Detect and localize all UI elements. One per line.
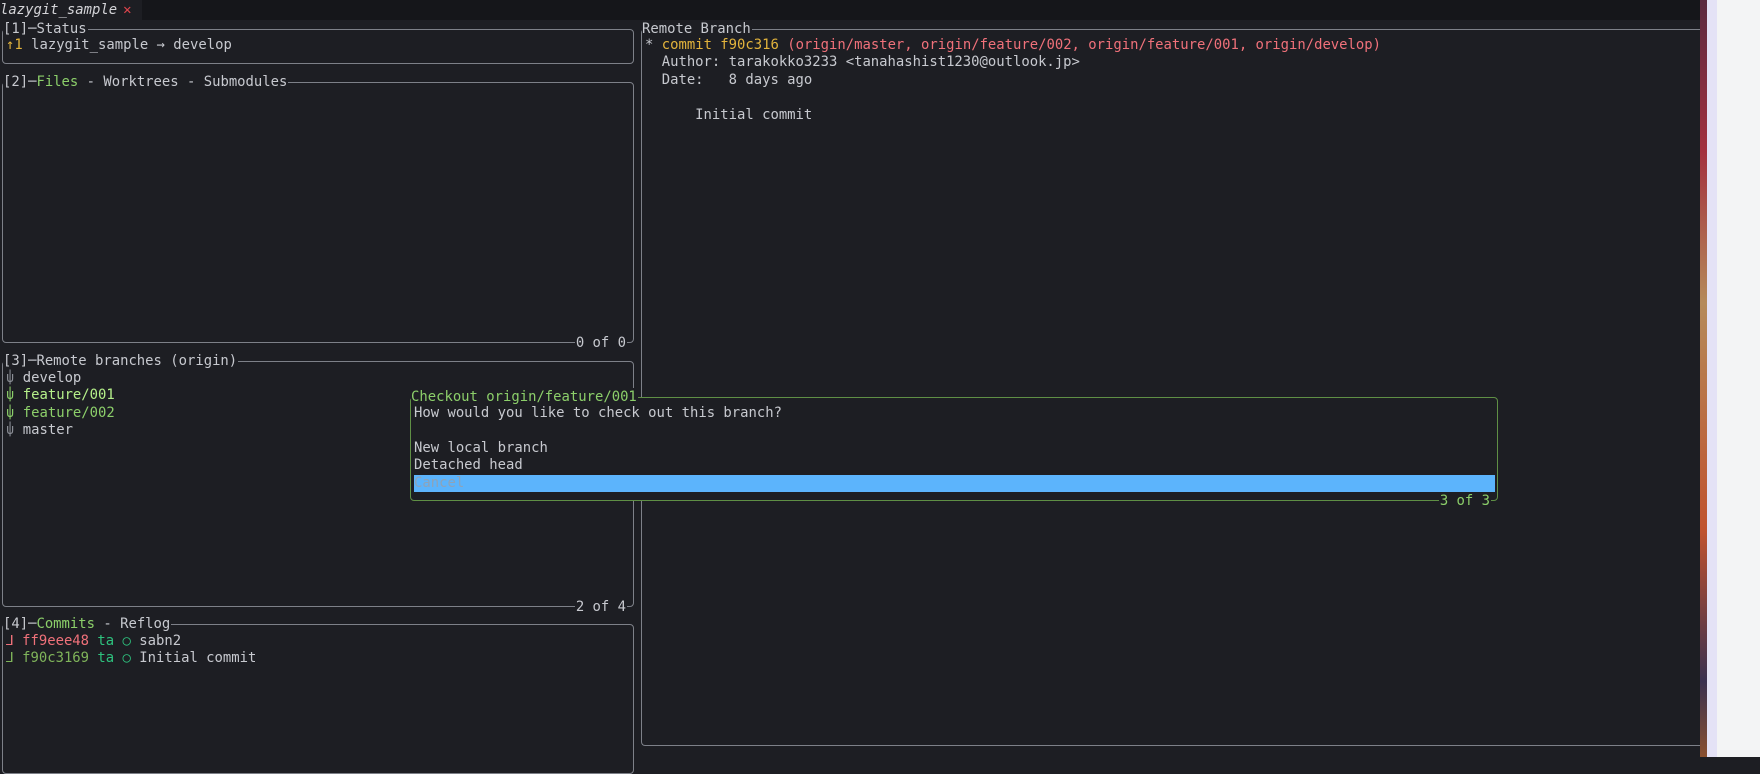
- panel-title: Remote Branch: [642, 20, 752, 38]
- ahead-count: ↑1: [6, 37, 23, 53]
- panel-title: [3]─Remote branches (origin): [3, 352, 239, 370]
- commit-row[interactable]: ⅃ f90c3169 ta ○ Initial commit: [6, 650, 630, 667]
- tab-bar: [0, 0, 1700, 20]
- adjacent-window: [1717, 0, 1760, 757]
- graph-icon: ⅃: [6, 650, 14, 667]
- tab-reflog[interactable]: - Reflog: [95, 616, 170, 632]
- option-new-local-branch[interactable]: New local branch: [414, 440, 1495, 457]
- branch-name: feature/001: [22, 387, 115, 404]
- popup-prompt: How would you like to check out this bra…: [414, 405, 782, 421]
- branch-name: master: [22, 422, 73, 439]
- panel-number: [2]─: [3, 74, 37, 90]
- branch-icon: ⍦: [6, 387, 15, 404]
- panel-number: [4]─: [3, 616, 37, 632]
- branch-item[interactable]: ⍦ develop: [6, 370, 630, 387]
- branch-name: feature/002: [22, 404, 115, 421]
- option-cancel[interactable]: Cancel: [414, 474, 1495, 492]
- popup-title: Checkout origin/feature/001: [411, 388, 638, 406]
- option-detached-head[interactable]: Detached head: [414, 457, 1495, 474]
- commit-message: sabn2: [139, 633, 182, 649]
- commit-label: commit f90c316: [661, 37, 779, 53]
- branch-icon: ⍦: [6, 370, 15, 386]
- commit-date: Date: 8 days ago: [661, 71, 813, 88]
- files-count: 0 of 0: [574, 334, 627, 352]
- branch-name: develop: [22, 370, 82, 386]
- remote-branch-detail-panel[interactable]: Remote Branch * commit f90c316 (origin/m…: [641, 20, 1703, 746]
- commit-message: Initial commit: [661, 106, 813, 123]
- window-edge: [1707, 0, 1717, 757]
- commit-author: Author: tarakokko3233 <tanahashist1230@o…: [661, 54, 1080, 71]
- commit-status-icon: ○: [122, 650, 131, 667]
- commit-author: ta: [97, 633, 115, 649]
- commit-author: ta: [97, 650, 115, 667]
- commit-status-icon: ○: [122, 633, 131, 649]
- commit-hash: ff9eee48: [22, 633, 90, 649]
- branch-icon: ⍦: [6, 422, 15, 439]
- commit-message: Initial commit: [139, 650, 257, 667]
- graph-icon: ⅃: [6, 633, 14, 649]
- repo-branch: lazygit_sample → develop: [31, 37, 232, 53]
- tab-lazygit-sample[interactable]: lazygit_sample ✕: [0, 0, 142, 20]
- close-icon[interactable]: ✕: [123, 2, 131, 18]
- commits-panel[interactable]: [4]─Commits - Reflog ⅃ ff9eee48 ta ○ sab…: [2, 615, 634, 774]
- tab-files[interactable]: Files: [36, 74, 78, 90]
- tab-worktrees-submodules[interactable]: - Worktrees - Submodules: [78, 74, 288, 90]
- commit-row[interactable]: ⅃ ff9eee48 ta ○ sabn2: [6, 633, 630, 650]
- tab-commits[interactable]: Commits: [36, 616, 95, 632]
- checkout-popup[interactable]: Checkout origin/feature/001 How would yo…: [410, 388, 1498, 510]
- tab-title: lazygit_sample: [0, 2, 118, 18]
- commit-refs: (origin/master, origin/feature/002, orig…: [787, 37, 1381, 53]
- branches-count: 2 of 4: [574, 598, 627, 616]
- files-panel[interactable]: [2]─Files - Worktrees - Submodules 0 of …: [2, 73, 634, 352]
- popup-count: 3 of 3: [1438, 492, 1491, 510]
- panel-title: [1]─Status: [3, 20, 88, 38]
- branch-icon: ⍦: [6, 404, 15, 421]
- graph-star: *: [645, 37, 654, 53]
- desktop-wallpaper: [1700, 0, 1707, 757]
- status-panel[interactable]: [1]─Status ↑1 lazygit_sample → develop: [2, 20, 634, 64]
- commit-hash: f90c3169: [22, 650, 90, 667]
